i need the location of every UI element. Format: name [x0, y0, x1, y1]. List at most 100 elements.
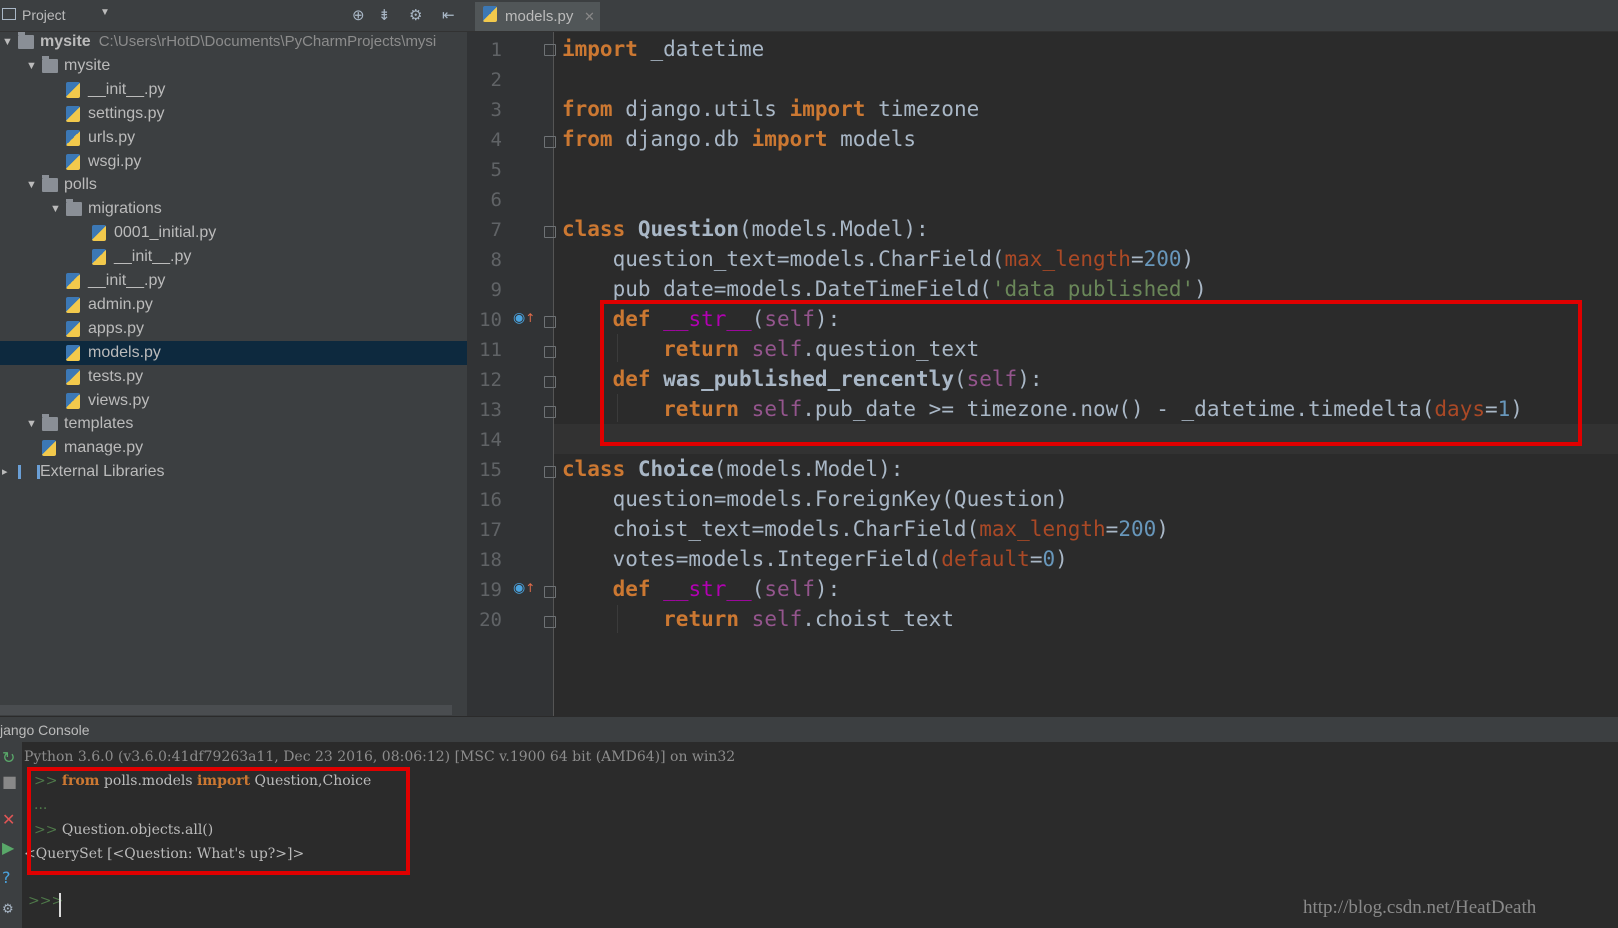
close-icon[interactable]: ✕ — [584, 2, 595, 31]
fold-marker[interactable] — [544, 316, 556, 328]
fold-marker[interactable] — [544, 346, 556, 358]
line-number: 7 — [490, 219, 502, 241]
tree-item[interactable]: apps.py — [0, 317, 467, 341]
settings-icon[interactable]: ⚙ — [2, 902, 14, 917]
python-file-icon — [66, 368, 80, 385]
gear-icon[interactable]: ⚙ — [409, 6, 422, 24]
tree-item[interactable]: __init__.py — [0, 269, 467, 293]
folder-icon — [42, 414, 58, 432]
fold-marker[interactable] — [544, 136, 556, 148]
fold-marker[interactable] — [544, 226, 556, 238]
folder-icon — [66, 199, 82, 217]
chevron-down-icon[interactable]: ▼ — [26, 54, 37, 78]
folder-icon — [18, 32, 34, 49]
fold-marker[interactable] — [544, 376, 556, 388]
fold-marker[interactable] — [544, 466, 556, 478]
close-icon[interactable]: ✕ — [2, 810, 15, 829]
chevron-down-icon[interactable]: ▼ — [26, 173, 37, 197]
code-line-19: def __str__(self): — [612, 577, 841, 601]
python-file-icon — [483, 6, 497, 22]
chevron-down-icon[interactable]: ▼ — [2, 30, 13, 54]
code-line-7: class Question(models.Model): — [562, 217, 929, 241]
tree-item[interactable]: manage.py — [0, 436, 467, 460]
line-number: 2 — [490, 69, 502, 91]
tree-item[interactable]: views.py — [0, 389, 467, 413]
code-line-20: return self.choist_text — [663, 607, 954, 631]
tree-item[interactable]: ▸ External Libraries — [0, 460, 467, 484]
tree-item[interactable]: ▼ mysite — [0, 54, 467, 78]
line-number: 15 — [479, 459, 502, 481]
python-file-icon — [66, 392, 80, 409]
console-title[interactable]: jango Console — [0, 717, 90, 743]
code-line-17: choist_text=models.CharField(max_length=… — [562, 517, 1169, 541]
stop-icon[interactable]: ■ — [2, 772, 17, 791]
tree-item[interactable]: tests.py — [0, 365, 467, 389]
line-number: 14 — [479, 429, 502, 451]
tree-item[interactable]: ▼ mysite C:\Users\rHotD\Documents\PyCharmP… — [0, 30, 467, 54]
watermark: http://blog.csdn.net/HeatDeath — [1303, 897, 1537, 918]
tree-item[interactable]: wsgi.py — [0, 150, 467, 174]
chevron-down-icon[interactable]: ▼ — [100, 7, 110, 18]
tree-item[interactable]: urls.py — [0, 126, 467, 150]
folder-icon — [42, 55, 58, 73]
python-file-icon — [66, 105, 80, 122]
code-line-3: from django.utils import timezone — [562, 97, 980, 121]
python-file-icon — [66, 296, 80, 313]
tree-item[interactable]: models.py — [0, 340, 467, 365]
python-file-icon — [66, 320, 80, 337]
code-line-8: question_text=models.CharField(max_lengt… — [562, 247, 1195, 271]
tree-item-label: wsgi.py — [88, 152, 142, 170]
help-icon[interactable]: ? — [2, 868, 11, 887]
code-line-16: question=models.ForeignKey(Question) — [562, 487, 1068, 511]
python-file-icon — [66, 153, 80, 170]
run-icon[interactable]: ▶ — [2, 838, 14, 857]
line-number: 6 — [490, 189, 502, 211]
tree-item-label: tests.py — [88, 367, 144, 385]
tree-item[interactable]: __init__.py — [0, 245, 467, 269]
tree-item[interactable]: 0001_initial.py — [0, 221, 467, 245]
tree-item[interactable]: __init__.py — [0, 78, 467, 102]
fold-marker[interactable] — [544, 616, 556, 628]
hide-panel-icon[interactable]: ⇤ — [442, 6, 455, 24]
project-view-title[interactable]: Project — [22, 7, 66, 23]
target-icon[interactable]: ⊕ — [352, 6, 365, 24]
highlight-box-methods — [600, 300, 1582, 446]
tree-item-label: __init__.py — [88, 272, 166, 289]
tree-item[interactable]: ▼ templates — [0, 412, 467, 436]
python-file-icon — [92, 225, 106, 242]
line-number: 13 — [479, 399, 502, 421]
tree-item-label: settings.py — [88, 104, 165, 122]
line-number: 5 — [490, 159, 502, 181]
tree-item[interactable]: ▼ polls — [0, 173, 467, 197]
tab-models-py[interactable]: models.py ✕ — [475, 2, 600, 31]
tree-item[interactable]: ▼ migrations — [0, 197, 467, 221]
python-file-icon — [42, 440, 56, 457]
tree-item[interactable]: admin.py — [0, 293, 467, 317]
rerun-icon[interactable]: ↻ — [2, 748, 15, 767]
chevron-right-icon[interactable]: ▸ — [2, 460, 8, 484]
tree-item-label: mysite C:\Users\rHotD\Documents\PyCharmPr… — [40, 33, 437, 50]
line-number: 10 — [479, 309, 502, 331]
line-number: 8 — [490, 249, 502, 271]
console-caret — [59, 893, 61, 917]
panel-scrollbar[interactable] — [0, 705, 452, 715]
tree-item-label: apps.py — [88, 319, 145, 337]
collapse-all-icon[interactable]: ⇟ — [378, 6, 391, 24]
override-method-icon[interactable]: ◉↑ — [513, 580, 535, 596]
override-method-icon[interactable]: ◉↑ — [513, 310, 535, 326]
chevron-down-icon[interactable]: ▼ — [50, 197, 61, 221]
fold-marker[interactable] — [544, 586, 556, 598]
fold-marker[interactable] — [544, 406, 556, 418]
project-view-icon[interactable] — [2, 8, 16, 20]
tree-item[interactable]: settings.py — [0, 102, 467, 126]
chevron-down-icon[interactable]: ▼ — [26, 412, 37, 436]
line-number: 9 — [490, 279, 502, 301]
tree-item-label: polls — [64, 176, 97, 194]
code-line-1: import _datetime — [562, 37, 765, 61]
code-line-15: class Choice(models.Model): — [562, 457, 904, 481]
console-title-bar: jango Console — [0, 716, 1618, 743]
line-number: 17 — [479, 519, 502, 541]
python-file-icon — [66, 273, 80, 289]
line-number: 20 — [479, 609, 502, 631]
fold-marker[interactable] — [544, 44, 556, 56]
